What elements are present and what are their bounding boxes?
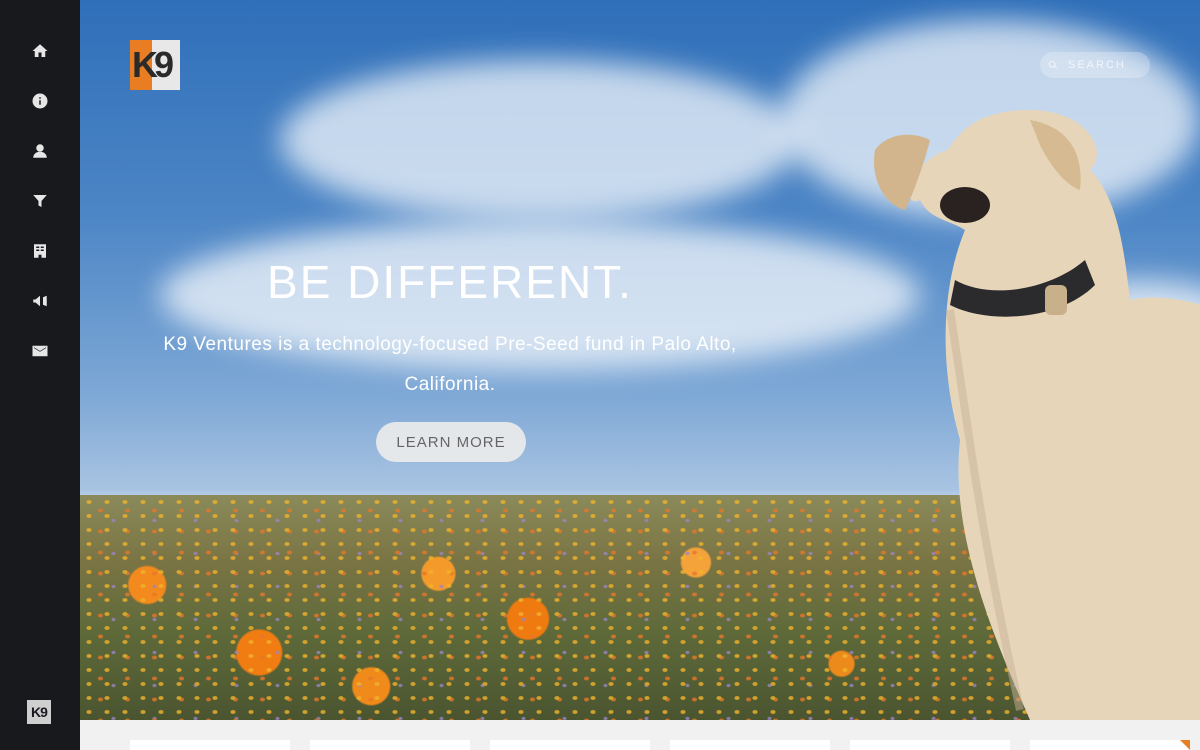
k9-logo[interactable]: K9 [130,40,180,90]
card-preview[interactable] [130,740,290,750]
funnel-icon [33,195,47,207]
nav-home[interactable] [26,37,54,65]
content-strip [80,720,1200,750]
card-preview[interactable] [310,740,470,750]
dog-image [874,110,1200,720]
envelope-icon [32,345,48,357]
hero-headline: BE DIFFERENT. [267,256,633,308]
learn-more-button[interactable]: LEARN MORE [376,422,526,462]
nav-portfolio[interactable] [26,237,54,265]
cloud [280,60,800,220]
info-icon [32,93,48,109]
card-preview[interactable] [490,740,650,750]
hero-banner: BE DIFFERENT. K9 Ventures is a technolog… [80,0,1200,720]
nav-news[interactable] [26,287,54,315]
megaphone-icon [33,295,47,307]
hero-subtitle: K9 Ventures is a technology-focused Pre-… [163,334,737,395]
building-icon [34,244,46,258]
search-icon [1048,60,1058,70]
home-icon [32,44,48,57]
nav-funnel[interactable] [26,187,54,215]
logo-text: K9 [132,44,174,85]
card-preview[interactable] [850,740,1010,750]
sidebar-logo[interactable]: K9 [27,700,51,724]
search-box[interactable] [1040,52,1150,78]
nav-about[interactable] [26,87,54,115]
card-preview[interactable] [670,740,830,750]
card-preview[interactable] [1030,740,1190,750]
nav-contact[interactable] [26,337,54,365]
search-input[interactable] [1066,58,1150,72]
sidebar: K9 [0,0,80,750]
user-icon [33,144,47,158]
nav-team[interactable] [26,137,54,165]
